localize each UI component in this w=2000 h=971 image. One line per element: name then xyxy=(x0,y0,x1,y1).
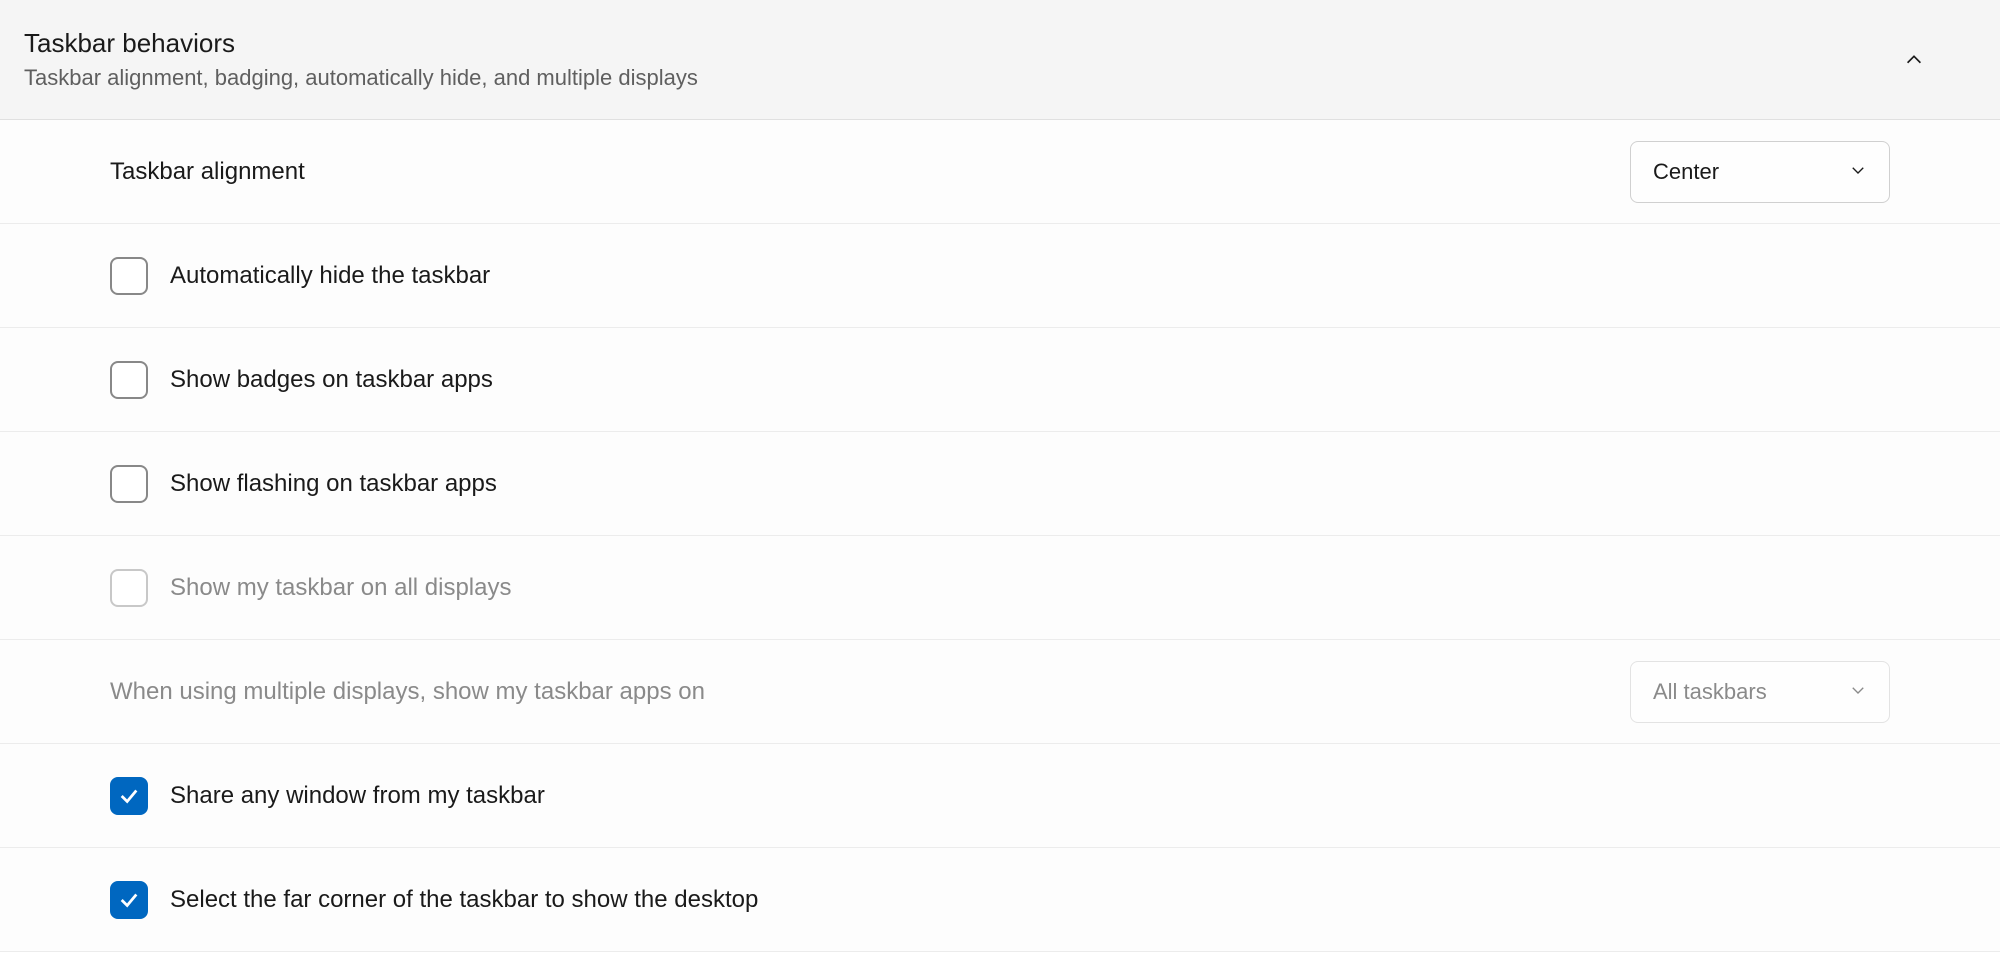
row-taskbar-alignment: Taskbar alignment Center xyxy=(0,120,2000,224)
label-share-window: Share any window from my taskbar xyxy=(170,782,545,810)
row-all-displays: Show my taskbar on all displays xyxy=(0,536,2000,640)
section-header[interactable]: Taskbar behaviors Taskbar alignment, bad… xyxy=(0,0,2000,120)
collapse-button[interactable] xyxy=(1892,38,1936,82)
label-autohide: Automatically hide the taskbar xyxy=(170,262,490,290)
row-multidisplay: When using multiple displays, show my ta… xyxy=(0,640,2000,744)
label-far-corner: Select the far corner of the taskbar to … xyxy=(170,886,758,914)
chevron-down-icon xyxy=(1849,159,1867,185)
row-badges: Show badges on taskbar apps xyxy=(0,328,2000,432)
chevron-up-icon xyxy=(1903,49,1925,71)
dropdown-taskbar-alignment[interactable]: Center xyxy=(1630,141,1890,203)
row-flashing: Show flashing on taskbar apps xyxy=(0,432,2000,536)
label-taskbar-alignment: Taskbar alignment xyxy=(110,158,305,186)
dropdown-multidisplay: All taskbars xyxy=(1630,661,1890,723)
chevron-down-icon xyxy=(1849,679,1867,705)
checkbox-flashing[interactable] xyxy=(110,465,148,503)
checkbox-share-window[interactable] xyxy=(110,777,148,815)
label-badges: Show badges on taskbar apps xyxy=(170,366,493,394)
section-title: Taskbar behaviors xyxy=(24,28,698,59)
section-header-text: Taskbar behaviors Taskbar alignment, bad… xyxy=(24,28,698,91)
row-far-corner: Select the far corner of the taskbar to … xyxy=(0,848,2000,952)
checkbox-far-corner[interactable] xyxy=(110,881,148,919)
dropdown-value: Center xyxy=(1653,159,1719,185)
row-autohide: Automatically hide the taskbar xyxy=(0,224,2000,328)
row-share-window: Share any window from my taskbar xyxy=(0,744,2000,848)
label-flashing: Show flashing on taskbar apps xyxy=(170,470,497,498)
checkbox-autohide[interactable] xyxy=(110,257,148,295)
label-all-displays: Show my taskbar on all displays xyxy=(170,574,511,602)
checkbox-badges[interactable] xyxy=(110,361,148,399)
section-subtitle: Taskbar alignment, badging, automaticall… xyxy=(24,65,698,91)
checkbox-all-displays xyxy=(110,569,148,607)
label-multidisplay: When using multiple displays, show my ta… xyxy=(110,678,705,706)
dropdown-value: All taskbars xyxy=(1653,679,1767,705)
